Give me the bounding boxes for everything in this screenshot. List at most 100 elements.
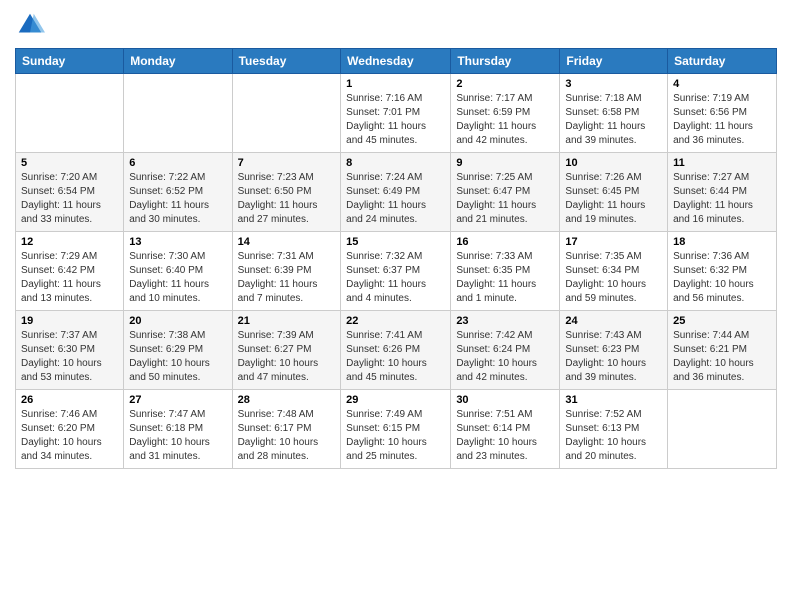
day-number: 13 <box>129 236 226 248</box>
week-row-2: 12Sunrise: 7:29 AM Sunset: 6:42 PM Dayli… <box>16 232 777 311</box>
day-info: Sunrise: 7:46 AM Sunset: 6:20 PM Dayligh… <box>21 408 118 464</box>
day-cell: 12Sunrise: 7:29 AM Sunset: 6:42 PM Dayli… <box>16 232 124 311</box>
day-info: Sunrise: 7:25 AM Sunset: 6:47 PM Dayligh… <box>456 171 554 227</box>
day-number: 20 <box>129 315 226 327</box>
day-number: 8 <box>346 157 445 169</box>
day-number: 30 <box>456 394 554 406</box>
day-info: Sunrise: 7:47 AM Sunset: 6:18 PM Dayligh… <box>129 408 226 464</box>
day-cell: 4Sunrise: 7:19 AM Sunset: 6:56 PM Daylig… <box>668 74 777 153</box>
day-cell: 30 Sunrise: 7:51 AM Sunset: 6:14 PM Dayli… <box>451 390 560 469</box>
day-cell: 7 Sunrise: 7:23 AM Sunset: 6:50 PM Daylig… <box>232 153 341 232</box>
day-number: 29 <box>346 394 445 406</box>
day-number: 1 <box>346 78 445 90</box>
day-info: Sunrise: 7:26 AM Sunset: 6:45 PM Dayligh… <box>565 171 662 227</box>
day-info: Sunrise: 7:19 AM Sunset: 6:56 PM Dayligh… <box>673 92 771 148</box>
day-info: Sunrise: 7:27 AM Sunset: 6:44 PM Dayligh… <box>673 171 771 227</box>
week-row-4: 26 Sunrise: 7:46 AM Sunset: 6:20 PM Dayli… <box>16 390 777 469</box>
day-info: Sunrise: 7:17 AM Sunset: 6:59 PM Dayligh… <box>456 92 554 148</box>
day-info: Sunrise: 7:51 AM Sunset: 6:14 PM Dayligh… <box>456 408 554 464</box>
day-cell: 5 Sunrise: 7:20 AM Sunset: 6:54 PM Daylig… <box>16 153 124 232</box>
day-info: Sunrise: 7:16 AM Sunset: 7:01 PM Dayligh… <box>346 92 445 148</box>
logo-icon <box>15 10 45 40</box>
day-cell <box>668 390 777 469</box>
day-info: Sunrise: 7:52 AM Sunset: 6:13 PM Dayligh… <box>565 408 662 464</box>
day-number: 10 <box>565 157 662 169</box>
day-number: 6 <box>129 157 226 169</box>
calendar-body: 1 Sunrise: 7:16 AM Sunset: 7:01 PM Daylig… <box>16 74 777 469</box>
day-number: 19 <box>21 315 118 327</box>
day-info: Sunrise: 7:29 AM Sunset: 6:42 PM Dayligh… <box>21 250 118 306</box>
header-day-sunday: Sunday <box>16 49 124 74</box>
day-number: 27 <box>129 394 226 406</box>
day-info: Sunrise: 7:33 AM Sunset: 6:35 PM Dayligh… <box>456 250 554 306</box>
day-cell: 28Sunrise: 7:48 AM Sunset: 6:17 PM Dayli… <box>232 390 341 469</box>
day-cell: 10 Sunrise: 7:26 AM Sunset: 6:45 PM Dayli… <box>560 153 668 232</box>
header-day-tuesday: Tuesday <box>232 49 341 74</box>
day-info: Sunrise: 7:36 AM Sunset: 6:32 PM Dayligh… <box>673 250 771 306</box>
day-cell: 21 Sunrise: 7:39 AM Sunset: 6:27 PM Dayli… <box>232 311 341 390</box>
day-cell: 9 Sunrise: 7:25 AM Sunset: 6:47 PM Daylig… <box>451 153 560 232</box>
logo <box>15 10 49 40</box>
page: SundayMondayTuesdayWednesdayThursdayFrid… <box>0 0 792 612</box>
day-number: 15 <box>346 236 445 248</box>
day-info: Sunrise: 7:23 AM Sunset: 6:50 PM Dayligh… <box>238 171 336 227</box>
day-info: Sunrise: 7:30 AM Sunset: 6:40 PM Dayligh… <box>129 250 226 306</box>
day-info: Sunrise: 7:38 AM Sunset: 6:29 PM Dayligh… <box>129 329 226 385</box>
day-number: 24 <box>565 315 662 327</box>
day-cell: 23 Sunrise: 7:42 AM Sunset: 6:24 PM Dayli… <box>451 311 560 390</box>
day-info: Sunrise: 7:42 AM Sunset: 6:24 PM Dayligh… <box>456 329 554 385</box>
day-cell: 6 Sunrise: 7:22 AM Sunset: 6:52 PM Daylig… <box>124 153 232 232</box>
day-info: Sunrise: 7:41 AM Sunset: 6:26 PM Dayligh… <box>346 329 445 385</box>
header-day-thursday: Thursday <box>451 49 560 74</box>
day-number: 31 <box>565 394 662 406</box>
day-info: Sunrise: 7:20 AM Sunset: 6:54 PM Dayligh… <box>21 171 118 227</box>
header-day-saturday: Saturday <box>668 49 777 74</box>
day-number: 16 <box>456 236 554 248</box>
day-number: 25 <box>673 315 771 327</box>
day-cell: 3Sunrise: 7:18 AM Sunset: 6:58 PM Daylig… <box>560 74 668 153</box>
day-number: 22 <box>346 315 445 327</box>
day-cell: 26 Sunrise: 7:46 AM Sunset: 6:20 PM Dayli… <box>16 390 124 469</box>
day-cell: 8 Sunrise: 7:24 AM Sunset: 6:49 PM Daylig… <box>341 153 451 232</box>
day-cell: 18 Sunrise: 7:36 AM Sunset: 6:32 PM Dayli… <box>668 232 777 311</box>
header-day-friday: Friday <box>560 49 668 74</box>
day-number: 5 <box>21 157 118 169</box>
day-cell: 16 Sunrise: 7:33 AM Sunset: 6:35 PM Dayli… <box>451 232 560 311</box>
day-info: Sunrise: 7:18 AM Sunset: 6:58 PM Dayligh… <box>565 92 662 148</box>
day-cell <box>232 74 341 153</box>
day-number: 18 <box>673 236 771 248</box>
day-cell: 24 Sunrise: 7:43 AM Sunset: 6:23 PM Dayli… <box>560 311 668 390</box>
day-cell: 15 Sunrise: 7:32 AM Sunset: 6:37 PM Dayli… <box>341 232 451 311</box>
week-row-1: 5 Sunrise: 7:20 AM Sunset: 6:54 PM Daylig… <box>16 153 777 232</box>
day-info: Sunrise: 7:44 AM Sunset: 6:21 PM Dayligh… <box>673 329 771 385</box>
day-number: 7 <box>238 157 336 169</box>
header-row: SundayMondayTuesdayWednesdayThursdayFrid… <box>16 49 777 74</box>
day-info: Sunrise: 7:43 AM Sunset: 6:23 PM Dayligh… <box>565 329 662 385</box>
day-number: 26 <box>21 394 118 406</box>
day-info: Sunrise: 7:35 AM Sunset: 6:34 PM Dayligh… <box>565 250 662 306</box>
day-number: 11 <box>673 157 771 169</box>
header <box>15 10 777 40</box>
calendar-header: SundayMondayTuesdayWednesdayThursdayFrid… <box>16 49 777 74</box>
day-cell <box>16 74 124 153</box>
day-number: 17 <box>565 236 662 248</box>
week-row-0: 1 Sunrise: 7:16 AM Sunset: 7:01 PM Daylig… <box>16 74 777 153</box>
day-cell: 22 Sunrise: 7:41 AM Sunset: 6:26 PM Dayli… <box>341 311 451 390</box>
day-info: Sunrise: 7:22 AM Sunset: 6:52 PM Dayligh… <box>129 171 226 227</box>
day-number: 23 <box>456 315 554 327</box>
day-cell: 27 Sunrise: 7:47 AM Sunset: 6:18 PM Dayli… <box>124 390 232 469</box>
week-row-3: 19 Sunrise: 7:37 AM Sunset: 6:30 PM Dayli… <box>16 311 777 390</box>
day-cell: 1 Sunrise: 7:16 AM Sunset: 7:01 PM Daylig… <box>341 74 451 153</box>
header-day-monday: Monday <box>124 49 232 74</box>
day-number: 9 <box>456 157 554 169</box>
day-cell: 17 Sunrise: 7:35 AM Sunset: 6:34 PM Dayli… <box>560 232 668 311</box>
day-number: 14 <box>238 236 336 248</box>
day-info: Sunrise: 7:49 AM Sunset: 6:15 PM Dayligh… <box>346 408 445 464</box>
day-cell: 14 Sunrise: 7:31 AM Sunset: 6:39 PM Dayli… <box>232 232 341 311</box>
day-info: Sunrise: 7:24 AM Sunset: 6:49 PM Dayligh… <box>346 171 445 227</box>
day-info: Sunrise: 7:37 AM Sunset: 6:30 PM Dayligh… <box>21 329 118 385</box>
day-info: Sunrise: 7:32 AM Sunset: 6:37 PM Dayligh… <box>346 250 445 306</box>
day-info: Sunrise: 7:31 AM Sunset: 6:39 PM Dayligh… <box>238 250 336 306</box>
day-info: Sunrise: 7:39 AM Sunset: 6:27 PM Dayligh… <box>238 329 336 385</box>
day-number: 21 <box>238 315 336 327</box>
